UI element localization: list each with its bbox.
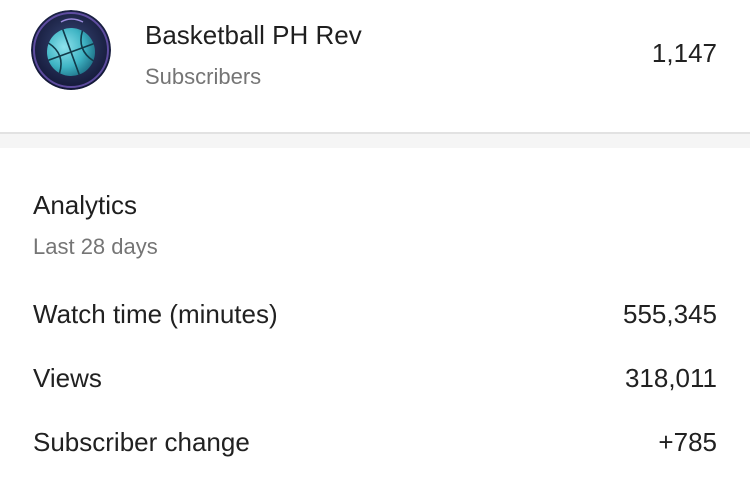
metric-label: Subscriber change — [33, 427, 250, 457]
metric-row-watch-time[interactable]: Watch time (minutes) 555,345 — [33, 299, 717, 339]
metric-label: Watch time (minutes) — [33, 299, 278, 329]
metric-row-views[interactable]: Views 318,011 — [33, 363, 717, 403]
metric-value: +785 — [658, 427, 717, 457]
basketball-icon — [31, 10, 111, 90]
metric-value: 555,345 — [623, 299, 717, 329]
metric-row-subscriber-change[interactable]: Subscriber change +785 — [33, 427, 717, 467]
subscribers-count: 1,147 — [651, 38, 717, 68]
channel-card[interactable]: Basketball PH Rev Subscribers 1,147 — [0, 0, 750, 132]
analytics-period: Last 28 days — [33, 234, 158, 259]
metric-value: 318,011 — [624, 363, 717, 393]
channel-avatar[interactable] — [31, 10, 111, 90]
analytics-card[interactable]: Analytics Last 28 days Watch time (minut… — [0, 148, 750, 487]
section-gap — [0, 134, 750, 148]
metric-label: Views — [33, 363, 102, 393]
analytics-title: Analytics — [33, 190, 138, 220]
subscribers-label: Subscribers — [145, 64, 262, 89]
channel-name[interactable]: Basketball PH Rev — [145, 20, 362, 51]
